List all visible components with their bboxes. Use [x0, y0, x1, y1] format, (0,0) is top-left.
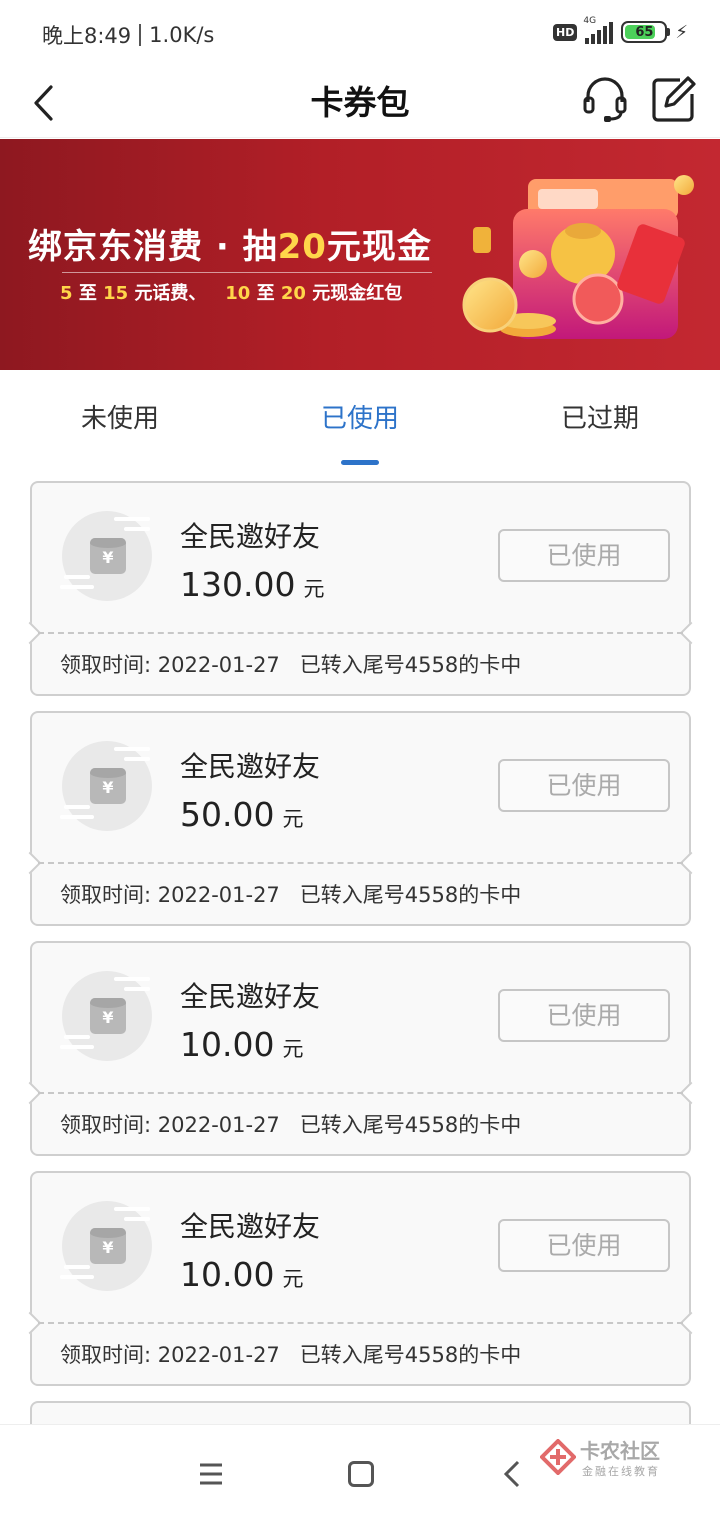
edit-button[interactable] [650, 74, 696, 124]
coupon-amount-unit: 元 [303, 577, 325, 601]
watermark-title: 卡农社区 [580, 1439, 660, 1463]
transfer-note: 已转入尾号4558的卡中 [299, 1343, 522, 1367]
banner-sub-b4: 元现金红包 [312, 283, 403, 304]
coupon-status-button[interactable]: 已使用 [498, 529, 670, 582]
coupon-icon-bg: ¥ [60, 1201, 152, 1291]
hd-badge: HD [553, 23, 578, 41]
system-nav-bar: 卡农社区 金融在线教育 [0, 1424, 720, 1520]
home-icon[interactable] [348, 1461, 374, 1487]
active-tab-indicator [341, 460, 379, 465]
headset-icon [583, 77, 627, 122]
coupon-amount-value: 10.00 [180, 1025, 275, 1064]
banner-sub-a1: 5 [60, 283, 73, 304]
coupon-name: 全民邀好友 [180, 980, 321, 1013]
transfer-note: 已转入尾号4558的卡中 [299, 883, 522, 907]
card-notch [679, 851, 703, 875]
received-time: 领取时间: 2022-01-27 [60, 1113, 280, 1137]
status-tabs: 未使用 已使用 已过期 [0, 370, 720, 470]
coupon-icon-bg: ¥ [60, 971, 152, 1061]
edit-icon [652, 76, 696, 122]
red-envelope-icon: ¥ [90, 768, 126, 804]
clock: 晚上8:49 [42, 24, 132, 48]
network-type: 4G [583, 16, 597, 26]
back-nav-icon[interactable] [500, 1459, 524, 1489]
red-envelope-icon: ¥ [90, 1228, 126, 1264]
banner-sub-a3: 15 [103, 283, 129, 304]
banner-sub-b2: 至 [256, 283, 275, 304]
coupon-status-button[interactable]: 已使用 [498, 1219, 670, 1272]
battery-level: 65 [635, 24, 654, 40]
coupon-amount: 10.00 元 [180, 1025, 303, 1064]
tab-unused[interactable]: 未使用 [20, 398, 220, 435]
kanong-logo-icon [540, 1439, 576, 1475]
coupon-name: 全民邀好友 [180, 750, 321, 783]
coupon-icon-bg: ¥ [60, 741, 152, 831]
banner-divider [62, 272, 432, 273]
menu-icon[interactable] [196, 1461, 226, 1487]
red-packet-illustration [462, 175, 694, 339]
banner-title-part1: 绑京东消费 · 抽 [28, 227, 278, 267]
status-left: 晚上8:49 1.0K/s [42, 20, 214, 50]
banner-title-amount: 20 [277, 227, 327, 267]
status-right: HD 4G 65 ⚡ [553, 16, 688, 44]
coupon-amount: 130.00 元 [180, 565, 324, 604]
coupon-card[interactable]: ¥ 全民邀好友 10.00 元 已使用 领取时间: 2022-01-27 已转入尾号… [18, 941, 703, 1156]
card-notch [679, 1311, 703, 1335]
received-time: 领取时间: 2022-01-27 [60, 1343, 280, 1367]
coupon-footer: 领取时间: 2022-01-27 已转入尾号4558的卡中 [60, 879, 521, 909]
coupon-card[interactable]: ¥ 全民邀好友 50.00 元 已使用 领取时间: 2022-01-27 已转入尾号… [18, 711, 703, 926]
coupon-amount-unit: 元 [282, 1267, 304, 1291]
coupon-footer: 领取时间: 2022-01-27 已转入尾号4558的卡中 [60, 1339, 521, 1369]
coupon-amount-unit: 元 [282, 1037, 304, 1061]
card-divider [38, 862, 683, 864]
red-envelope-icon: ¥ [90, 998, 126, 1034]
coupon-amount-value: 10.00 [180, 1255, 275, 1294]
banner-title-part2: 元现金 [326, 227, 432, 267]
banner-sub-a2: 至 [78, 283, 97, 304]
coupon-status-button[interactable]: 已使用 [498, 989, 670, 1042]
received-time: 领取时间: 2022-01-27 [60, 653, 280, 677]
coupon-amount-value: 50.00 [180, 795, 275, 834]
banner-subtitle: 5 至 15 元话费、 10 至 20 元现金红包 [60, 279, 402, 305]
received-time: 领取时间: 2022-01-27 [60, 883, 280, 907]
banner-sub-b1: 10 [225, 283, 251, 304]
banner-title: 绑京东消费 · 抽20元现金 [28, 219, 432, 268]
watermark-subtitle: 金融在线教育 [582, 1465, 660, 1478]
card-divider [38, 1322, 683, 1324]
customer-service-button[interactable] [582, 74, 628, 124]
promo-banner[interactable]: 绑京东消费 · 抽20元现金 5 至 15 元话费、 10 至 20 元现金红包 [0, 139, 720, 370]
coupon-card[interactable]: ¥ 全民邀好友 10.00 元 已使用 领取时间: 2022-01-27 已转入尾号… [18, 1171, 703, 1386]
coupon-footer: 领取时间: 2022-01-27 已转入尾号4558的卡中 [60, 649, 521, 679]
tab-used[interactable]: 已使用 [260, 398, 460, 435]
coupon-card[interactable]: ¥ 全民邀好友 130.00 元 已使用 领取时间: 2022-01-27 已转入尾… [18, 481, 703, 696]
coupon-status-button[interactable]: 已使用 [498, 759, 670, 812]
status-bar: 晚上8:49 1.0K/s HD 4G 65 ⚡ [0, 0, 720, 68]
watermark: 卡农社区 金融在线教育 [540, 1433, 710, 1483]
charging-icon: ⚡ [675, 21, 688, 43]
coupon-footer: 领取时间: 2022-01-27 已转入尾号4558的卡中 [60, 1109, 521, 1139]
card-divider [38, 632, 683, 634]
signal-icon: 4G [583, 16, 614, 44]
battery-icon: 65 [621, 21, 671, 43]
coupon-amount-unit: 元 [282, 807, 304, 831]
coupon-name: 全民邀好友 [180, 1210, 321, 1243]
coupon-icon-bg: ¥ [60, 511, 152, 601]
tab-expired[interactable]: 已过期 [500, 398, 700, 435]
coupon-amount: 50.00 元 [180, 795, 303, 834]
banner-sub-a4: 元话费、 [134, 283, 207, 304]
status-divider [139, 24, 142, 46]
net-speed: 1.0K/s [149, 23, 215, 47]
card-divider [38, 1092, 683, 1094]
red-envelope-icon: ¥ [90, 538, 126, 574]
nav-bar: 卡券包 [0, 68, 720, 138]
banner-sub-b3: 20 [280, 283, 306, 304]
card-notch [679, 621, 703, 645]
transfer-note: 已转入尾号4558的卡中 [299, 653, 522, 677]
coupon-amount-value: 130.00 [180, 565, 296, 604]
card-notch [679, 1081, 703, 1105]
coupon-name: 全民邀好友 [180, 520, 321, 553]
coupon-amount: 10.00 元 [180, 1255, 303, 1294]
transfer-note: 已转入尾号4558的卡中 [299, 1113, 522, 1137]
